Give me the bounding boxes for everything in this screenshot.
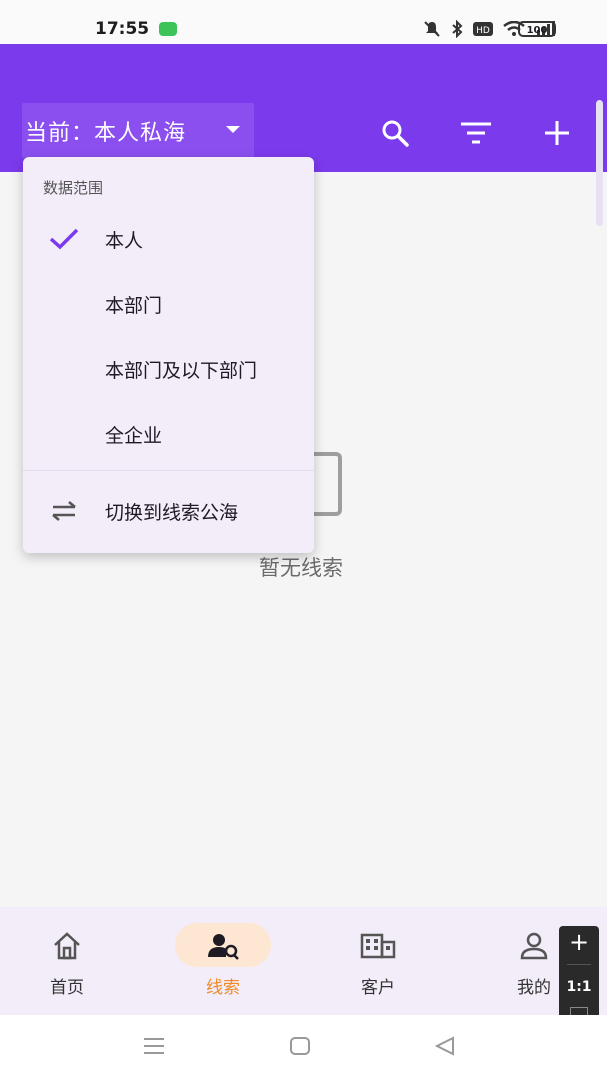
search-icon[interactable] [377,115,413,151]
leads-icon [208,934,239,960]
svg-text:HD: HD [476,26,490,36]
battery-indicator: 100 [518,21,556,37]
menu-item-label: 本部门及以下部门 [105,359,258,382]
home-icon [54,932,80,960]
mute-icon [424,21,440,37]
menu-item-label: 全企业 [105,424,163,447]
menu-divider [23,470,314,471]
nav-item-customers[interactable]: 客户 [328,907,428,1015]
add-icon[interactable] [539,115,575,151]
nav-item-leads[interactable]: 线索 [157,907,289,1015]
system-navigation-bar [0,1015,607,1080]
menu-section-title: 数据范围 [43,179,104,197]
scope-label: 当前：本人私海 [25,120,187,146]
empty-state-text: 暂无线索 [259,556,343,580]
dropdown-caret-icon [226,126,240,133]
menu-item-self[interactable]: 本人 [23,211,314,267]
bottom-navigation: 首页 线索 客户 我的 [0,907,607,1015]
menu-item-department[interactable]: 本部门 [23,276,314,332]
message-notification-icon [159,22,177,36]
menu-item-department-and-below[interactable]: 本部门及以下部门 [23,341,314,397]
scope-dropdown-menu: 数据范围 本人 本部门 本部门及以下部门 全企业 切换到线索公海 [23,157,314,553]
scope-selector-button[interactable]: 当前：本人私海 [22,103,254,158]
switch-label: 切换到线索公海 [105,501,239,524]
status-time: 17:55 [95,19,150,39]
filter-icon[interactable] [458,115,494,151]
nav-item-home[interactable]: 首页 [17,907,117,1015]
check-icon [49,228,79,250]
nav-label: 线索 [206,978,240,998]
switch-to-public-pool-item[interactable]: 切换到线索公海 [23,483,314,539]
status-bar: 17:55 HD 100 [0,0,607,44]
back-icon[interactable] [434,1036,456,1056]
menu-icon[interactable] [143,1037,165,1055]
menu-item-label: 本人 [105,229,144,252]
scrollbar[interactable] [596,100,603,226]
building-icon [360,933,396,959]
person-icon [520,932,548,960]
zoom-ratio[interactable]: 1:1 [559,979,599,995]
nav-label: 客户 [361,978,395,998]
menu-item-enterprise[interactable]: 全企业 [23,406,314,462]
bluetooth-icon [452,20,463,38]
zoom-in-icon[interactable]: + [559,928,599,956]
hd-icon: HD [473,22,493,36]
swap-icon [52,501,76,521]
home-button-icon[interactable] [289,1036,311,1056]
nav-label: 首页 [50,978,84,998]
menu-item-label: 本部门 [105,294,163,317]
zoom-divider [567,964,591,965]
